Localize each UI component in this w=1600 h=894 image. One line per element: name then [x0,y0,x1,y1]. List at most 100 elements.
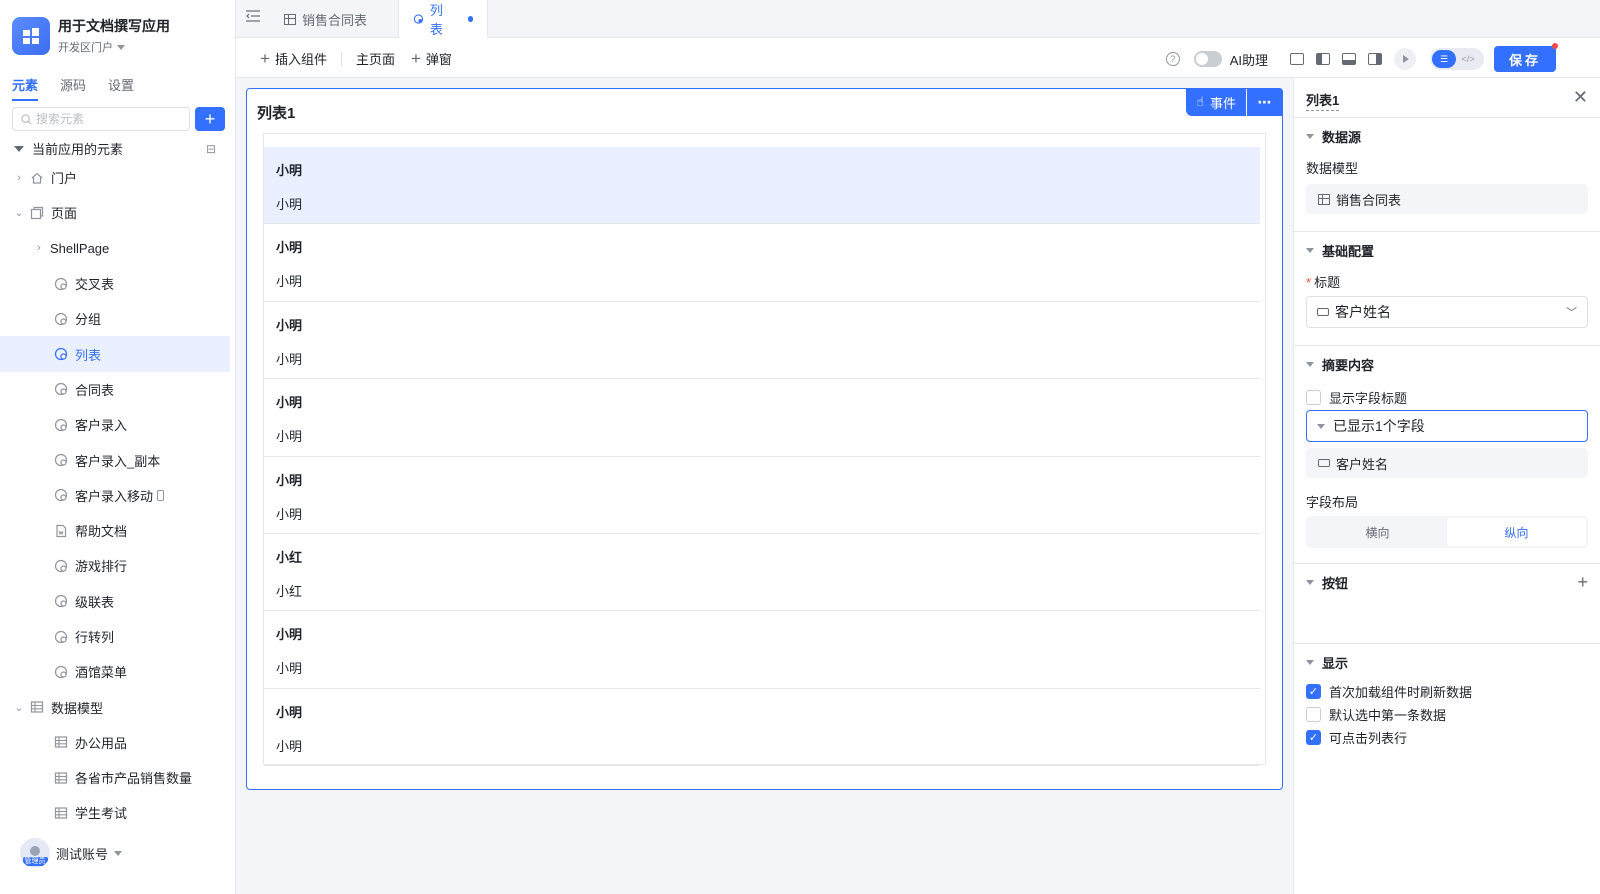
shown-fields-group[interactable]: 已显示1个字段 [1306,410,1588,442]
list-item-title: 小红 [276,549,303,565]
sidebar-item[interactable]: 办公用品 [0,725,230,760]
summary-field-item[interactable]: 客户姓名 [1306,448,1588,478]
page-icon [54,277,68,291]
section-header[interactable]: 显示 [1306,644,1588,680]
ai-assistant-label: AI助理 [1229,52,1268,68]
list-item[interactable]: 小明 小明 [264,224,1260,302]
search-input[interactable] [36,112,176,126]
section-header[interactable]: 基础配置 [1306,232,1588,268]
user-menu[interactable]: 管理员 测试账号 [20,838,123,868]
display-option[interactable]: ✓ 可点击列表行 [1306,726,1588,748]
save-button[interactable]: 保存 [1494,43,1558,72]
sidebar-item[interactable]: › ShellPage [0,231,230,266]
display-option[interactable]: ✓ 首次加载组件时刷新数据 [1306,680,1588,702]
list-item[interactable]: 小明 小明 [264,302,1260,380]
sidebar-item-label: 交叉表 [75,277,115,293]
chevron-down-icon[interactable]: ⌄ [14,206,24,219]
sidebar-item[interactable]: ⌄ 数据模型 [0,689,230,724]
list-item-title: 小明 [276,163,303,178]
sidebar-item[interactable]: 游戏排行 [0,548,230,583]
sidebar-item[interactable]: 学生考试 [0,795,230,830]
tab-source[interactable]: 源码 [60,75,86,101]
sidebar-item[interactable]: › 门户 [0,160,230,195]
checkbox[interactable] [1306,706,1321,722]
list-item[interactable]: 小明 小明 [264,457,1260,534]
popup-label: 弹窗 [425,52,452,67]
event-button[interactable]: ☝ 事件 [1186,88,1246,116]
checkbox[interactable]: ✓ [1306,683,1321,699]
tab-sales-contract[interactable]: 销售合同表 [270,0,381,38]
chevron-right-icon[interactable]: › [14,172,24,184]
more-icon[interactable]: ⋯ [1247,88,1283,116]
main-page-button[interactable]: 主页面 [356,49,395,68]
section-header[interactable]: 数据源 [1306,118,1588,154]
layout-left-panel-icon[interactable] [1316,53,1330,65]
insert-component-button[interactable]: + 插入组件 [260,49,327,68]
props-title[interactable]: 列表1 [1306,90,1340,111]
layout-none-icon[interactable] [1290,53,1304,65]
tab-list[interactable]: 列表 [398,0,488,38]
sidebar-item[interactable]: ⌄ 页面 [0,195,230,230]
sidebar-item[interactable]: 客户录入 [0,407,230,442]
add-button-icon[interactable]: + [1577,572,1588,593]
page-icon [54,488,68,502]
sidebar-item[interactable]: 合同表 [0,372,230,407]
portal-switcher[interactable]: 开发区门户 [58,39,170,55]
list-item-title: 小明 [276,240,303,256]
show-field-title-option[interactable]: 显示字段标题 [1306,386,1588,408]
sidebar-item[interactable]: 酒馆菜单 [0,654,230,689]
sidebar-item[interactable]: 各省市产品销售数量 [0,760,230,795]
collapse-sidebar-icon[interactable] [246,10,260,25]
data-model-field[interactable]: 销售合同表 [1306,184,1588,214]
app-header: 用于文档撰写应用 开发区门户 [12,17,170,55]
list-item-summary: 小明 [276,351,303,367]
list-item-summary: 小明 [276,506,303,522]
list-component[interactable]: 列表1 ☝ 事件 ⋯ 小明 小明 小明 小明 小明 小明 小明 小明 小明 小明 小红 小红 小明 小明小… [246,88,1283,790]
chevron-right-icon[interactable]: › [34,242,44,254]
help-icon[interactable]: ? [1165,52,1180,66]
add-element-button[interactable]: + [195,107,225,131]
checkbox[interactable] [1306,389,1321,405]
sidebar-item[interactable]: 客户录入移动 [0,478,230,513]
list-item[interactable]: 小明 小明 [264,379,1260,457]
layout-horizontal-option[interactable]: 横向 [1308,518,1447,546]
section-header[interactable]: 按钮 [1306,564,1588,600]
chevron-down-icon[interactable]: ⌄ [14,701,24,714]
list-item[interactable]: 小明 小明 [264,689,1260,767]
preview-button[interactable] [1394,48,1416,70]
title-field-select[interactable]: 客户姓名 ﹀ [1306,296,1588,328]
sidebar-item[interactable]: 级联表 [0,584,230,619]
layout-vertical-option[interactable]: 纵向 [1447,518,1586,546]
app-logo-icon [12,17,50,55]
display-option[interactable]: 默认选中第一条数据 [1306,703,1588,725]
sidebar-item[interactable]: 行转列 [0,619,230,654]
sidebar-item[interactable]: 帮助文档 [0,513,230,548]
editor-tabbar: 销售合同表 列表 [236,0,1600,38]
sidebar-item[interactable]: 分组 [0,301,230,336]
app-title: 用于文档撰写应用 [58,18,170,34]
page-icon [54,453,68,467]
code-mode-icon[interactable]: </> [1456,50,1480,68]
layout-bottom-panel-icon[interactable] [1342,53,1356,65]
visual-mode-icon[interactable]: ☰ [1432,50,1456,68]
add-popup-button[interactable]: + 弹窗 [411,49,452,68]
ai-assistant-toggle[interactable] [1193,51,1222,67]
sidebar-item[interactable]: 客户录入_副本 [0,442,230,477]
checkbox[interactable]: ✓ [1306,729,1321,745]
mode-switch: ☰ </> [1430,48,1484,70]
tree-collapse-icon[interactable]: ⊟ [206,142,216,156]
list-item[interactable]: 小红 小红 [264,534,1260,612]
tab-settings[interactable]: 设置 [108,75,134,101]
section-header[interactable]: 摘要内容 [1306,346,1588,382]
tab-elements[interactable]: 元素 [12,75,39,101]
close-icon[interactable]: ✕ [1573,88,1588,106]
sidebar-item[interactable]: 交叉表 [0,266,230,301]
sidebar-item[interactable]: 列表 [0,336,230,372]
list-item-title: 小明 [276,395,303,411]
layout-right-panel-icon[interactable] [1368,53,1382,65]
tree-header[interactable]: 当前应用的元素 ⊟ [14,139,216,158]
list-item[interactable]: 小明 小明 [264,611,1260,689]
list-item[interactable]: 小明 小明 [264,147,1260,225]
page-icon [54,347,68,361]
properties-panel: 列表1 ✕ 数据源 数据模型 销售合同表 基础配置 * 标题 客户姓名 ﹀ 摘要内… [1293,78,1600,894]
